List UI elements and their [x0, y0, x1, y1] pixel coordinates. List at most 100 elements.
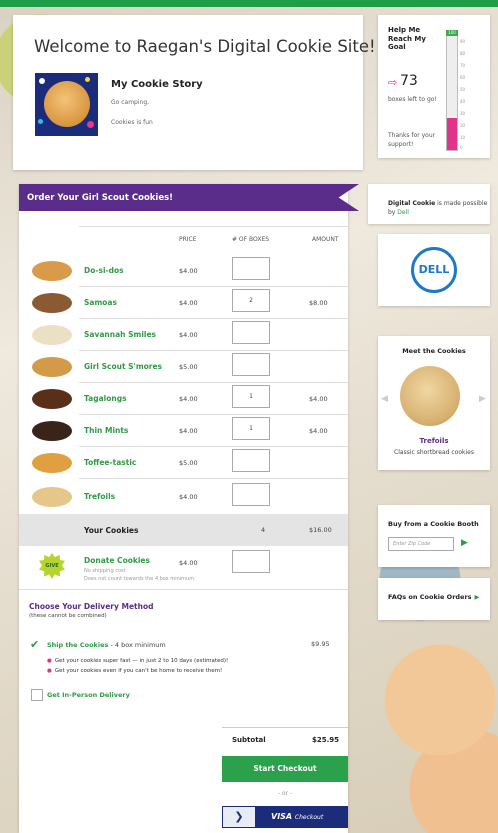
digital-cookie-credit: Digital Cookie is made possible by Dell — [368, 184, 490, 224]
inperson-checkbox[interactable] — [31, 689, 43, 701]
checkmark-icon[interactable]: ✔ — [30, 639, 40, 650]
divider — [79, 478, 348, 479]
donate-price: $4.00 — [179, 559, 198, 567]
boxes-left-count: 73 — [400, 73, 418, 89]
cookie-name[interactable]: Toffee-tastic — [84, 458, 136, 467]
cookie-name[interactable]: Trefoils — [84, 492, 115, 501]
cookie-amount: $4.00 — [309, 395, 328, 403]
credit-text: Digital Cookie is made possible by Dell — [388, 199, 488, 217]
bullet-item: ● Get your cookies even if you can't be h… — [47, 668, 222, 674]
header-panel: Welcome to Raegan's Digital Cookie Site!… — [13, 15, 376, 170]
quantity-input[interactable] — [232, 257, 270, 280]
cookie-thumbnail — [32, 357, 72, 377]
ship-minimum: - 4 box minimum — [108, 641, 166, 649]
total-count: 4 — [261, 526, 266, 534]
trefoil-cookie-image — [400, 366, 460, 426]
cookie-row: Trefoils $4.00 — [19, 480, 348, 512]
donate-cookies-label[interactable]: Donate Cookies — [84, 556, 150, 565]
dell-link[interactable]: Dell — [397, 209, 409, 216]
cookie-row: Toffee-tastic $5.00 — [19, 446, 348, 478]
inperson-label[interactable]: Get In-Person Delivery — [47, 691, 130, 699]
booth-title: Buy from a Cookie Booth — [388, 520, 479, 528]
goal-panel: Help Me Reach My Goal ⇨ 73 boxes left to… — [378, 15, 490, 158]
quantity-input[interactable] — [232, 483, 270, 506]
donate-note: No shipping cost — [84, 568, 126, 574]
cookie-thumbnail — [32, 325, 72, 345]
cookie-thumbnail — [32, 421, 72, 441]
bullet-icon: ● — [47, 658, 52, 664]
meet-title: Meet the Cookies — [402, 347, 466, 355]
meet-the-cookies-panel: Meet the Cookies ◀ ▶ Trefoils Classic sh… — [378, 336, 490, 470]
quantity-input[interactable]: 1 — [232, 385, 270, 408]
meter-tick: 60 — [460, 75, 466, 80]
cookie-price: $5.00 — [179, 459, 198, 467]
cookie-row: Savannah Smiles $4.00 — [19, 318, 348, 350]
meter-tick: 0 — [460, 145, 463, 150]
cookie-name[interactable]: Tagalongs — [84, 394, 127, 403]
thermometer-cap: 100 — [446, 30, 458, 36]
thermometer-fill — [447, 118, 457, 150]
cookies-total-row: Your Cookies 4 $16.00 — [19, 514, 348, 546]
meter-tick: 10 — [460, 135, 466, 140]
cookie-booth-panel: Buy from a Cookie Booth Enter Zip Code ▶ — [378, 505, 490, 567]
faq-label: FAQs on Cookie Orders — [388, 593, 472, 601]
boxes-left-label: boxes left to go! — [388, 96, 437, 103]
column-header-price: PRICE — [179, 236, 197, 243]
dell-logo[interactable]: DELL — [411, 247, 457, 293]
cookie-name[interactable]: Savannah Smiles — [84, 330, 156, 339]
ship-option-label[interactable]: Ship the Cookies - 4 box minimum — [47, 641, 166, 649]
total-amount: $16.00 — [309, 526, 332, 534]
or-separator: - or - — [277, 790, 293, 797]
cookie-name[interactable]: Girl Scout S'mores — [84, 362, 162, 371]
visa-checkout-button[interactable]: ❯ VISA Checkout — [222, 806, 348, 828]
subtotal-amount: $25.95 — [312, 736, 340, 744]
cookie-thumbnail — [32, 453, 72, 473]
goal-thermometer: 100 90 80 70 60 50 40 30 20 10 0 — [446, 30, 486, 151]
quantity-input[interactable] — [232, 353, 270, 376]
cookie-name[interactable]: Samoas — [84, 298, 117, 307]
cookie-price: $4.00 — [179, 267, 198, 275]
quantity-input[interactable] — [232, 321, 270, 344]
story-image — [35, 73, 98, 136]
visa-brand: VISA — [271, 812, 293, 821]
ship-price: $9.95 — [311, 640, 330, 648]
arrow-right-icon: ⇨ — [388, 76, 398, 89]
bullet-item: ● Get your cookies super fast — in just 2… — [47, 658, 228, 664]
donate-note: Does not count towards the 4 box minimum — [84, 576, 195, 582]
subtotal-label: Subtotal — [232, 736, 266, 744]
delivery-title: Choose Your Delivery Method — [29, 602, 154, 611]
quantity-input[interactable]: 1 — [232, 417, 270, 440]
cookie-name[interactable]: Do-si-dos — [84, 266, 124, 275]
meet-cookie-name[interactable]: Trefoils — [378, 437, 490, 445]
divider — [222, 727, 348, 728]
faq-link[interactable]: FAQs on Cookie Orders ▶ — [388, 593, 480, 601]
cookie-price: $5.00 — [179, 363, 198, 371]
meter-tick: 90 — [460, 39, 466, 44]
faq-panel[interactable]: FAQs on Cookie Orders ▶ — [378, 578, 490, 620]
cookie-name[interactable]: Thin Mints — [84, 426, 128, 435]
visa-sub: Checkout — [294, 814, 324, 821]
story-line: Go camping. — [111, 99, 150, 106]
chevron-right-icon[interactable]: ▶ — [479, 394, 486, 404]
order-title: Order Your Girl Scout Cookies! — [27, 193, 174, 203]
chevron-left-icon[interactable]: ◀ — [381, 394, 388, 404]
cookie-amount: $8.00 — [309, 299, 328, 307]
bullet-text: Get your cookies super fast — in just 2 … — [54, 658, 229, 664]
cookie-price: $4.00 — [179, 427, 198, 435]
zip-code-input[interactable]: Enter Zip Code — [388, 537, 454, 551]
story-title: My Cookie Story — [111, 79, 203, 90]
quantity-input[interactable]: 2 — [232, 289, 270, 312]
meter-tick: 20 — [460, 123, 466, 128]
quantity-input[interactable] — [232, 449, 270, 472]
cookie-thumbnail — [32, 389, 72, 409]
start-checkout-button[interactable]: Start Checkout — [222, 756, 348, 782]
cookie-row: Do-si-dos $4.00 — [19, 254, 348, 286]
delivery-subtitle: (these cannot be combined) — [29, 613, 107, 619]
meter-tick: 50 — [460, 87, 466, 92]
column-header-boxes: # OF BOXES — [232, 236, 270, 243]
donate-quantity-input[interactable] — [232, 550, 270, 573]
play-arrow-icon[interactable]: ▶ — [461, 538, 468, 548]
cookie-row: Tagalongs $4.00 1 $4.00 — [19, 382, 348, 414]
visa-checkout-label: VISA Checkout — [271, 812, 323, 821]
cookie-amount: $4.00 — [309, 427, 328, 435]
